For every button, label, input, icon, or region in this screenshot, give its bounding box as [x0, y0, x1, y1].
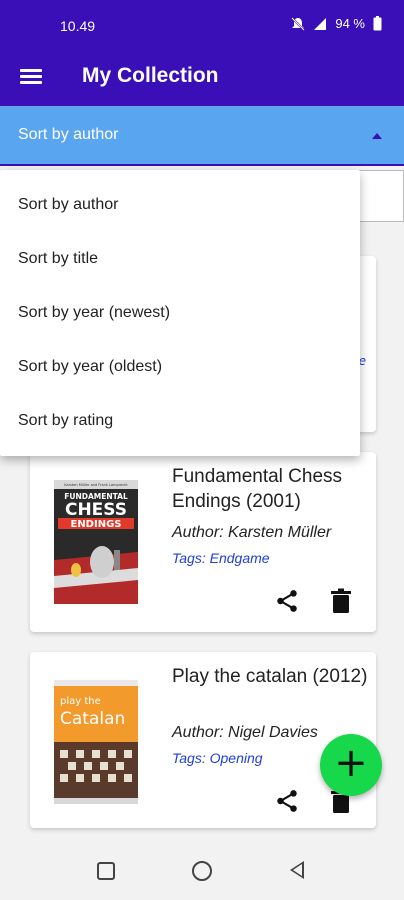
sort-option-author[interactable]: Sort by author	[0, 178, 360, 232]
book-card[interactable]: play the Catalan Play the catalan (2012)…	[30, 652, 376, 828]
status-time: 10.49	[60, 18, 96, 34]
recents-icon[interactable]	[97, 862, 115, 880]
book-cover: play the Catalan	[54, 680, 138, 804]
app-bar: My Collection	[0, 52, 404, 106]
status-icons: 94 %	[291, 16, 382, 31]
share-icon[interactable]	[274, 788, 300, 814]
book-author: Author: Karsten Müller	[172, 524, 332, 541]
signal-icon	[314, 17, 327, 30]
battery-icon	[373, 16, 382, 31]
book-author: Author: Nigel Davies	[172, 724, 318, 741]
book-tags: Tags: Endgame	[172, 550, 270, 566]
sort-option-year-newest[interactable]: Sort by year (newest)	[0, 286, 360, 340]
sort-select[interactable]: Sort by author	[0, 106, 404, 166]
book-cover: Karsten Müller and Frank Lamprecht FUNDA…	[54, 480, 138, 604]
cover-title-1: play the	[60, 696, 101, 707]
cover-title-2: Catalan	[60, 709, 125, 729]
sort-selected-label: Sort by author	[18, 126, 119, 143]
svg-text:ENDINGS: ENDINGS	[70, 519, 121, 530]
sort-option-rating[interactable]: Sort by rating	[0, 394, 360, 448]
plus-icon: +	[334, 740, 368, 786]
chevron-up-icon	[372, 133, 382, 139]
svg-text:CHESS: CHESS	[65, 500, 127, 520]
delete-icon[interactable]	[330, 588, 352, 614]
sort-dropdown-menu: Sort by author Sort by title Sort by yea…	[0, 170, 360, 456]
sort-option-year-oldest[interactable]: Sort by year (oldest)	[0, 340, 360, 394]
status-bar: 10.49 94 %	[0, 0, 404, 52]
menu-icon[interactable]	[20, 66, 42, 88]
back-icon[interactable]	[290, 861, 304, 879]
book-title: Play the catalan (2012)	[172, 666, 368, 687]
sort-option-title[interactable]: Sort by title	[0, 232, 360, 286]
add-book-button[interactable]: +	[320, 734, 382, 796]
book-tags: Tags: Opening	[172, 750, 263, 766]
share-icon[interactable]	[274, 588, 300, 614]
cover-header: Karsten Müller and Frank Lamprecht	[64, 483, 128, 487]
search-input[interactable]	[354, 170, 404, 222]
book-card[interactable]: Karsten Müller and Frank Lamprecht FUNDA…	[30, 452, 376, 632]
home-icon[interactable]	[192, 861, 212, 881]
page-title: My Collection	[82, 64, 219, 87]
battery-percent: 94 %	[335, 16, 365, 31]
mute-icon	[291, 16, 306, 31]
system-nav-bar	[0, 844, 404, 900]
book-title: Fundamental Chess Endings (2001)	[172, 466, 343, 512]
